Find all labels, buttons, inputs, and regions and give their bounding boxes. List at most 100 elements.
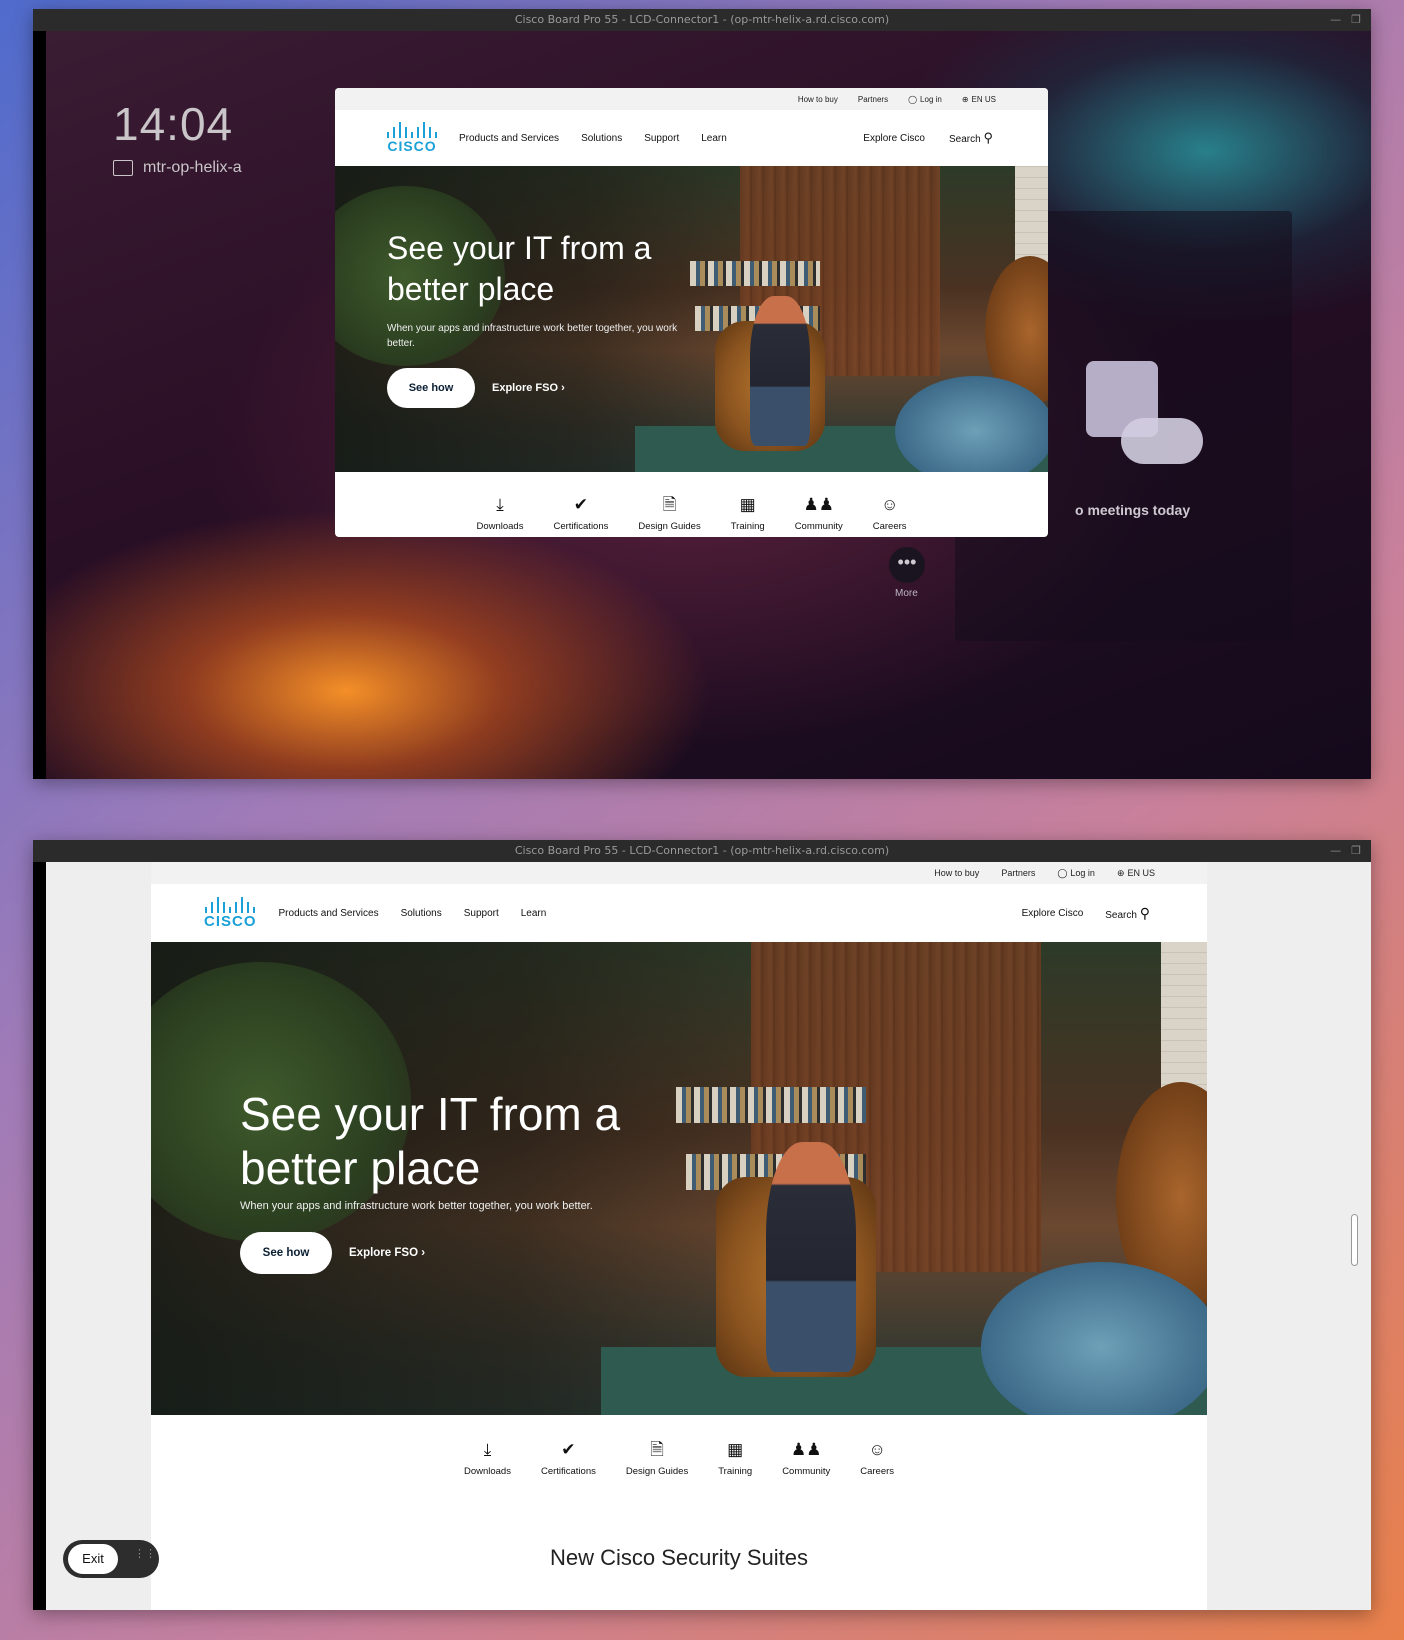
hero-banner: See your IT from a better place When you…: [335, 166, 1048, 472]
cast-icon: [113, 160, 133, 176]
nav-solutions[interactable]: Solutions: [581, 133, 622, 144]
exit-control: Exit ⋮⋮: [63, 1540, 159, 1578]
login-label: Log in: [1070, 868, 1095, 878]
document-icon: 🗎: [662, 495, 677, 514]
login-label: Log in: [920, 94, 942, 104]
device-name-row: mtr-op-helix-a: [113, 159, 242, 177]
explore-fso-link[interactable]: Explore FSO ›: [492, 382, 565, 394]
quick-link-community[interactable]: ♟♟ Community: [795, 494, 843, 532]
meetings-status: o meetings today: [1075, 502, 1191, 518]
device-name: mtr-op-helix-a: [143, 159, 242, 176]
explore-cisco-link[interactable]: Explore Cisco: [1022, 908, 1084, 919]
cisco-logo[interactable]: CISCO: [387, 122, 437, 154]
nav-support[interactable]: Support: [644, 133, 679, 144]
minimize-icon[interactable]: —: [1330, 9, 1341, 31]
person-badge-icon: ☺: [880, 495, 899, 514]
window-title: Cisco Board Pro 55 - LCD-Connector1 - (o…: [514, 13, 890, 26]
language-label: EN US: [971, 94, 996, 104]
explore-cisco-link[interactable]: Explore Cisco: [863, 133, 925, 144]
see-how-button[interactable]: See how: [387, 368, 475, 408]
nav-learn[interactable]: Learn: [701, 133, 727, 144]
nav-products[interactable]: Products and Services: [279, 908, 379, 919]
quick-link-certifications[interactable]: ✔ Certifications: [553, 494, 608, 532]
chevron-right-icon: ›: [421, 1247, 426, 1259]
scrollbar[interactable]: [1351, 1214, 1358, 1266]
training-icon: ▦: [739, 495, 756, 514]
login-link[interactable]: ◯ Log in: [1057, 868, 1095, 879]
quick-link-label: Community: [794, 521, 843, 532]
nav-products[interactable]: Products and Services: [459, 133, 559, 144]
restore-icon[interactable]: ❐: [1351, 840, 1361, 862]
section-title: New Cisco Security Suites: [550, 1545, 808, 1570]
hero-subtitle: When your apps and infrastructure work b…: [387, 323, 678, 349]
partners-link[interactable]: Partners: [1001, 868, 1035, 878]
quick-link-label: Design Guides: [638, 521, 701, 532]
quick-link-training[interactable]: ▦ Training: [718, 1439, 752, 1477]
download-icon: ⤓: [483, 1440, 492, 1459]
quick-link-label: Downloads: [463, 1466, 511, 1477]
hero-title: See your IT from a better place: [387, 228, 651, 310]
quick-link-careers[interactable]: ☺ Careers: [860, 1439, 894, 1477]
cisco-logo-icon: [387, 122, 437, 138]
search-button[interactable]: Search ⚲: [1105, 905, 1150, 922]
how-to-buy-link[interactable]: How to buy: [798, 95, 838, 104]
user-icon: ◯: [908, 94, 918, 104]
more-icon[interactable]: •••: [889, 547, 925, 583]
quick-link-label: Certifications: [553, 521, 609, 532]
main-nav: CISCO Products and Services Solutions Su…: [151, 884, 1207, 942]
exit-button[interactable]: Exit: [68, 1544, 118, 1574]
cisco-logo-icon: [205, 896, 256, 913]
quick-link-training[interactable]: ▦ Training: [731, 494, 765, 532]
language-link[interactable]: ⊕ EN US: [962, 95, 996, 104]
blanket-image: [981, 1262, 1207, 1415]
search-label: Search: [1105, 909, 1137, 921]
quick-link-downloads[interactable]: ⤓ Downloads: [476, 494, 523, 532]
cisco-logo-word: CISCO: [204, 912, 257, 930]
quick-links: ⤓ Downloads ✔ Certifications 🗎 Design Guide…: [151, 1415, 1207, 1477]
search-button[interactable]: Search ⚲: [949, 130, 993, 146]
quick-link-design-guides[interactable]: 🗎 Design Guides: [626, 1439, 688, 1477]
language-link[interactable]: ⊕ EN US: [1117, 868, 1155, 879]
nav-learn[interactable]: Learn: [521, 908, 547, 919]
explore-fso-link[interactable]: Explore FSO ›: [349, 1247, 425, 1259]
explore-fso-label: Explore FSO: [349, 1247, 419, 1259]
blanket-image: [895, 376, 1048, 472]
chevron-right-icon: ›: [561, 382, 565, 394]
browser-content: How to buy Partners ◯ Log in ⊕ EN US CISCO…: [46, 862, 1371, 1610]
globe-icon: ⊕: [961, 94, 969, 104]
see-how-button[interactable]: See how: [240, 1232, 332, 1274]
quick-link-design-guides[interactable]: 🗎 Design Guides: [638, 494, 700, 532]
nav-solutions[interactable]: Solutions: [401, 908, 442, 919]
login-link[interactable]: ◯ Log in: [908, 95, 942, 104]
window-title: Cisco Board Pro 55 - LCD-Connector1 - (o…: [514, 844, 890, 857]
quick-link-label: Training: [730, 521, 765, 532]
hero-title-line2: better place: [387, 271, 555, 307]
minimize-icon[interactable]: —: [1330, 840, 1341, 862]
training-icon: ▦: [727, 1440, 744, 1459]
quick-link-label: Careers: [860, 1466, 895, 1477]
quick-link-community[interactable]: ♟♟ Community: [782, 1439, 830, 1477]
utility-bar: How to buy Partners ◯ Log in ⊕ EN US: [151, 862, 1207, 884]
quick-link-careers[interactable]: ☺ Careers: [873, 494, 907, 532]
drag-handle-icon[interactable]: ⋮⋮: [134, 1549, 156, 1560]
quick-link-downloads[interactable]: ⤓ Downloads: [464, 1439, 511, 1477]
cisco-logo[interactable]: CISCO: [204, 896, 257, 930]
window-titlebar[interactable]: Cisco Board Pro 55 - LCD-Connector1 - (o…: [33, 840, 1371, 862]
board-window-bottom: Cisco Board Pro 55 - LCD-Connector1 - (o…: [33, 840, 1371, 1610]
board-window-top: Cisco Board Pro 55 - LCD-Connector1 - (o…: [33, 9, 1371, 779]
cisco-logo-word: CISCO: [387, 138, 437, 154]
search-icon: ⚲: [983, 130, 993, 145]
search-icon: ⚲: [1139, 904, 1150, 921]
how-to-buy-link[interactable]: How to buy: [934, 868, 979, 878]
window-titlebar[interactable]: Cisco Board Pro 55 - LCD-Connector1 - (o…: [33, 9, 1371, 31]
person-image: [750, 296, 810, 446]
quick-link-certifications[interactable]: ✔ Certifications: [541, 1439, 596, 1477]
person-badge-icon: ☺: [868, 1440, 886, 1459]
quick-link-label: Certifications: [540, 1466, 596, 1477]
certificate-icon: ✔: [573, 495, 589, 514]
community-icon: ♟♟: [803, 495, 834, 514]
quick-link-label: Downloads: [476, 521, 524, 532]
partners-link[interactable]: Partners: [858, 95, 888, 104]
restore-icon[interactable]: ❐: [1351, 9, 1361, 31]
nav-support[interactable]: Support: [464, 908, 499, 919]
